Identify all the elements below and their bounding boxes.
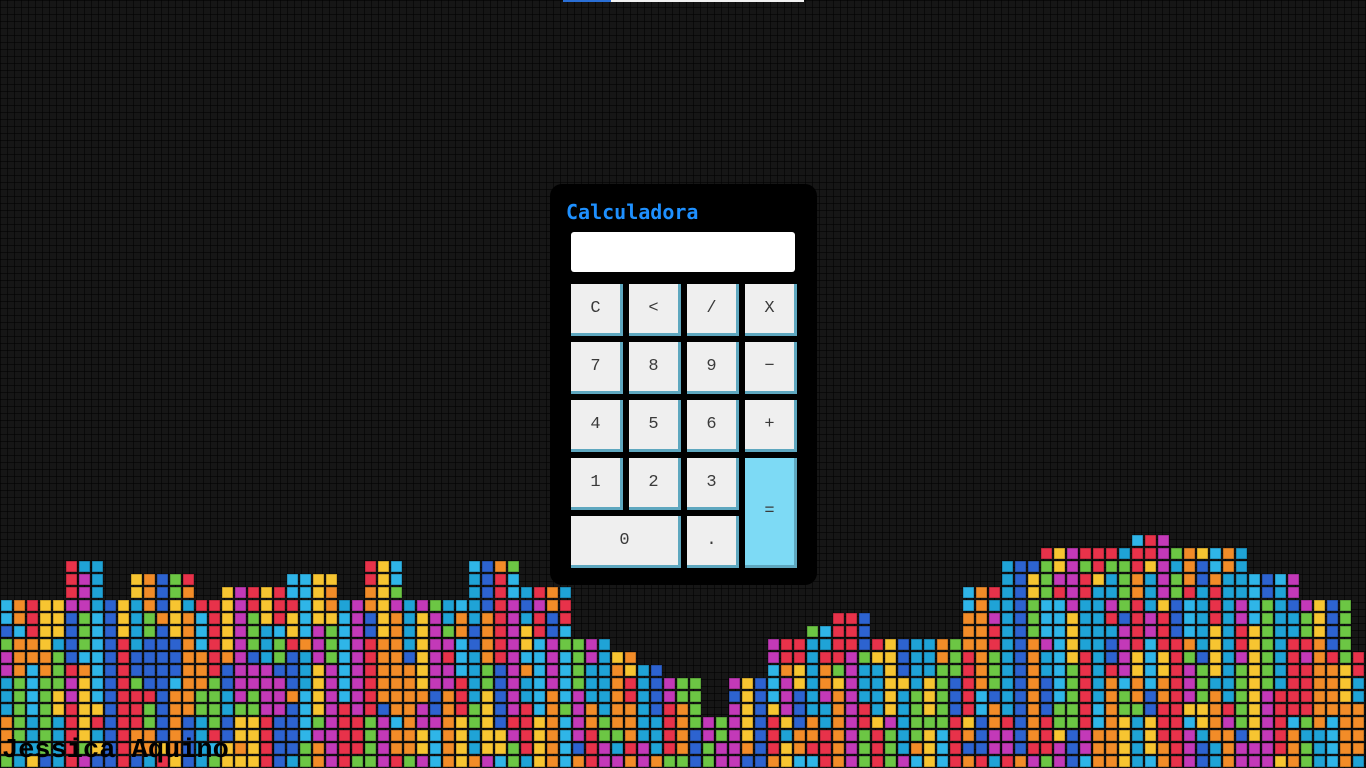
calculator-panel: Calculadora C < / X 7 8 9 − 4 5 6 + 1 2 … (550, 184, 817, 585)
digit-7-button[interactable]: 7 (571, 342, 623, 394)
digit-2-button[interactable]: 2 (629, 458, 681, 510)
top-progress-bar (563, 0, 804, 2)
subtract-button[interactable]: − (745, 342, 797, 394)
digit-1-button[interactable]: 1 (571, 458, 623, 510)
top-progress-accent (563, 0, 611, 2)
digit-6-button[interactable]: 6 (687, 400, 739, 452)
digit-9-button[interactable]: 9 (687, 342, 739, 394)
digit-0-button[interactable]: 0 (571, 516, 681, 568)
clear-button[interactable]: C (571, 284, 623, 336)
digit-3-button[interactable]: 3 (687, 458, 739, 510)
divide-button[interactable]: / (687, 284, 739, 336)
equals-button[interactable]: = (745, 458, 797, 568)
digit-8-button[interactable]: 8 (629, 342, 681, 394)
digit-5-button[interactable]: 5 (629, 400, 681, 452)
decimal-button[interactable]: . (687, 516, 739, 568)
calculator-title: Calculadora (566, 200, 699, 224)
calculator-display[interactable] (571, 232, 795, 272)
backspace-button[interactable]: < (629, 284, 681, 336)
add-button[interactable]: + (745, 400, 797, 452)
digit-4-button[interactable]: 4 (571, 400, 623, 452)
multiply-button[interactable]: X (745, 284, 797, 336)
author-credit: Jessica Aquino (2, 736, 229, 766)
